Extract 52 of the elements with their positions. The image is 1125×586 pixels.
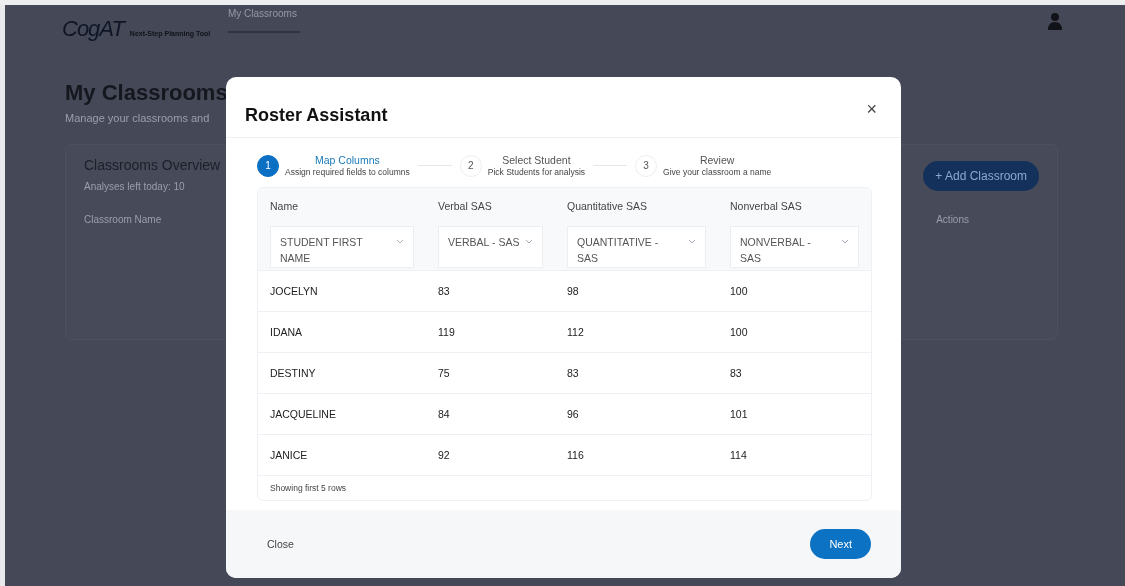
chevron-icon [396, 239, 404, 244]
column-dropdown[interactable]: NONVERBAL - SAS [730, 226, 859, 268]
column-dropdown[interactable]: VERBAL - SAS [438, 226, 543, 268]
chevron-icon [841, 239, 849, 244]
table-cell-text: 112 [567, 326, 585, 338]
dialog-title: Roster Assistant [245, 104, 388, 126]
column-header: Classroom Name [84, 214, 162, 225]
step-number: 1 [257, 154, 279, 177]
table-cell-text: 114 [730, 449, 748, 461]
column-header: Name [270, 200, 299, 212]
rows-note: Showing first 5 rows [258, 475, 871, 500]
page-title: My Classrooms [65, 80, 229, 106]
step-subtitle: Pick Students for analysis [487, 167, 586, 177]
table-cell-text: 119 [438, 326, 456, 338]
table-cell-text: JACQUELINE [270, 408, 337, 420]
step-subtitle: Assign required fields to columns [285, 167, 410, 177]
table-cell-text: 84 [438, 408, 451, 420]
step-title[interactable]: Map Columns [314, 154, 380, 166]
step-title[interactable]: Select Student [502, 154, 571, 166]
table-cell-text: 83 [438, 285, 451, 297]
table-cell-text: JOCELYN [270, 285, 319, 297]
next-button[interactable]: Next [810, 529, 871, 559]
column-header: Nonverbal SAS [730, 200, 803, 212]
table-cell-text: 100 [730, 326, 749, 338]
table-cell-text: DESTINY [270, 367, 317, 379]
chevron-icon [688, 239, 696, 244]
table-cell-text: 101 [730, 408, 749, 420]
table-cell-text: 98 [567, 285, 580, 297]
analyses-note: Analyses left today: 10 [84, 181, 186, 192]
table-cell-text: 83 [730, 367, 743, 379]
table-cell-text: 83 [567, 367, 580, 379]
chevron-icon [525, 239, 533, 244]
logo: CogAT [62, 16, 124, 42]
table-cell-text: 116 [567, 449, 585, 461]
column-header: Verbal SAS [438, 200, 493, 212]
column-header: Quantitative SAS [567, 200, 648, 212]
table-cell-text: IDANA [270, 326, 304, 338]
page-subtitle: Manage your classrooms and [65, 112, 210, 124]
column-dropdown[interactable]: QUANTITATIVE - SAS [567, 226, 706, 268]
table-cell-text: JANICE [270, 449, 309, 461]
table-cell-text: 100 [730, 285, 749, 297]
column-dropdown[interactable]: STUDENT FIRST NAME [270, 226, 414, 268]
close-button[interactable]: × [862, 98, 881, 120]
table-cell-text: 96 [567, 408, 580, 420]
column-header: Actions [936, 214, 969, 225]
add-classroom-button[interactable]: + Add Classroom [923, 161, 1039, 191]
table-cell-text: 75 [438, 367, 451, 379]
user-icon[interactable] [1047, 12, 1063, 30]
step-subtitle: Give your classroom a name [663, 167, 772, 177]
close-button[interactable]: Close [267, 538, 294, 550]
step-title[interactable]: Review [699, 154, 735, 166]
table-cell-text: 92 [438, 449, 451, 461]
